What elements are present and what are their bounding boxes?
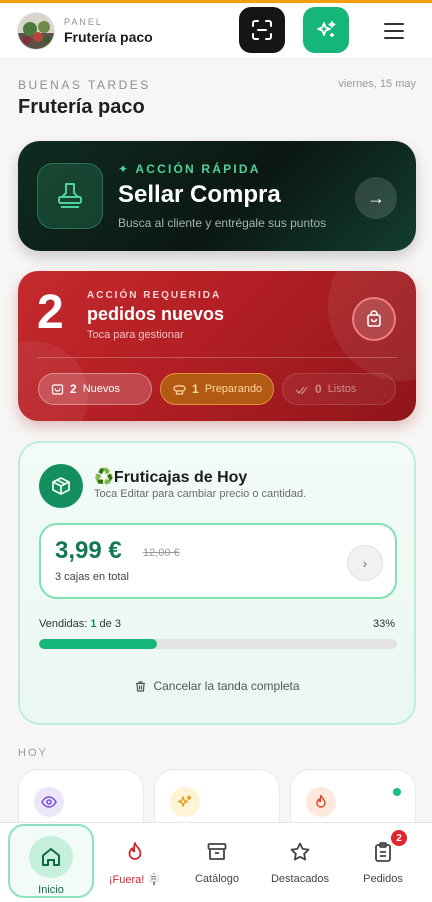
arrow-right-icon[interactable]: → (355, 177, 397, 219)
tab-fuera-label: ¡Fuera! 🪧 (108, 874, 162, 886)
pedidos-badge: 2 (389, 828, 409, 848)
tab-pedidos[interactable]: 2 Pedidos (346, 823, 420, 899)
sold-progress-fill (39, 639, 158, 649)
fruit-boxes-card: ♻️Fruticajas de Hoy Toca Editar para cam… (18, 441, 416, 725)
inbox-icon (51, 383, 64, 395)
shopping-bag-button[interactable] (352, 297, 396, 341)
fruit-boxes-title: ♻️Fruticajas de Hoy (94, 469, 248, 486)
cancel-batch-label: Cancelar la tanda completa (153, 679, 300, 693)
status-pill-ready[interactable]: 0 Listos (282, 373, 396, 405)
flame-icon (306, 787, 336, 817)
tab-catalogo-label: Catálogo (194, 873, 240, 885)
panel-label: PANEL (64, 17, 103, 27)
tab-pedidos-label: Pedidos (363, 873, 403, 885)
box-icon (39, 464, 83, 508)
ready-count: 0 (315, 382, 322, 396)
trash-icon (136, 680, 146, 692)
home-icon (29, 836, 73, 878)
star-icon (290, 842, 310, 861)
flame-icon (128, 842, 142, 860)
sold-percent: 33% (372, 618, 395, 630)
orders-subtitle: Toca para gestionar (87, 329, 184, 341)
date-label: viernes, 15 may (338, 78, 416, 90)
eye-icon (34, 787, 64, 817)
tab-inicio[interactable]: Inicio (8, 824, 94, 898)
quick-action-subtitle: Busca al cliente y entrégale sus puntos (118, 216, 327, 230)
greeting-label: BUENAS TARDES (18, 78, 151, 92)
today-section-label: HOY (18, 747, 48, 759)
store-avatar[interactable] (17, 12, 55, 50)
tab-catalogo[interactable]: Catálogo (178, 823, 256, 899)
orders-kicker: ACCIÓN REQUERIDA (87, 290, 222, 301)
live-indicator-dot (393, 788, 401, 796)
quick-action-card[interactable]: ✦ ACCIÓN RÁPIDA Sellar Compra Busca al c… (18, 141, 416, 251)
tab-fuera[interactable]: ¡Fuera! 🪧 (100, 823, 170, 899)
orders-title: pedidos nuevos (87, 304, 225, 324)
page-title: Frutería paco (18, 96, 145, 118)
sold-progress-bar (39, 639, 397, 649)
archive-icon (207, 843, 227, 860)
cancel-batch-button[interactable]: Cancelar la tanda completa (20, 679, 414, 693)
hamburger-menu-button[interactable] (382, 21, 406, 41)
double-check-icon (295, 386, 308, 394)
current-price: 3,99 € (55, 537, 122, 564)
sold-summary: Vendidas: 1 de 3 (39, 618, 121, 630)
shopping-bag-icon (367, 310, 381, 327)
tab-destacados[interactable]: Destacados (262, 823, 338, 899)
app-header: PANEL Frutería paco (0, 3, 432, 59)
ai-sparkle-button[interactable] (303, 7, 349, 53)
sparkles-icon (317, 21, 336, 37)
scan-button[interactable] (239, 7, 285, 53)
scan-icon (252, 20, 272, 40)
chevron-right-icon[interactable]: › (347, 545, 383, 581)
quick-action-title: Sellar Compra (118, 181, 281, 208)
original-price: 12,00 € (143, 547, 180, 559)
stamp-icon (37, 163, 103, 229)
new-count: 2 (70, 382, 77, 396)
store-name: Frutería paco (64, 29, 153, 45)
chef-hat-icon (173, 384, 186, 395)
preparing-label: Preparando (204, 383, 263, 395)
new-label: Nuevos (82, 383, 120, 395)
orders-count: 2 (37, 286, 64, 339)
pending-orders-card[interactable]: 2 ACCIÓN REQUERIDA pedidos nuevos Toca p… (18, 271, 416, 421)
ready-label: Listos (327, 383, 357, 395)
divider (37, 357, 397, 358)
fruit-boxes-subtitle: Toca Editar para cambiar precio o cantid… (94, 488, 307, 500)
sparkles-icon (170, 787, 200, 817)
tab-destacados-label: Destacados (270, 873, 330, 885)
price-card[interactable]: 3,99 € 12,00 € 3 cajas en total › (39, 523, 397, 599)
status-pill-preparing[interactable]: 1 Preparando (160, 373, 274, 405)
status-pill-new[interactable]: 2 Nuevos (38, 373, 152, 405)
quick-action-kicker: ✦ ACCIÓN RÁPIDA (118, 162, 261, 176)
boxes-total: 3 cajas en total (55, 571, 129, 583)
preparing-count: 1 (192, 382, 199, 396)
tab-inicio-label: Inicio (38, 884, 64, 896)
bottom-navigation: Inicio ¡Fuera! 🪧 Catálogo Destacados 2 P… (0, 822, 432, 902)
